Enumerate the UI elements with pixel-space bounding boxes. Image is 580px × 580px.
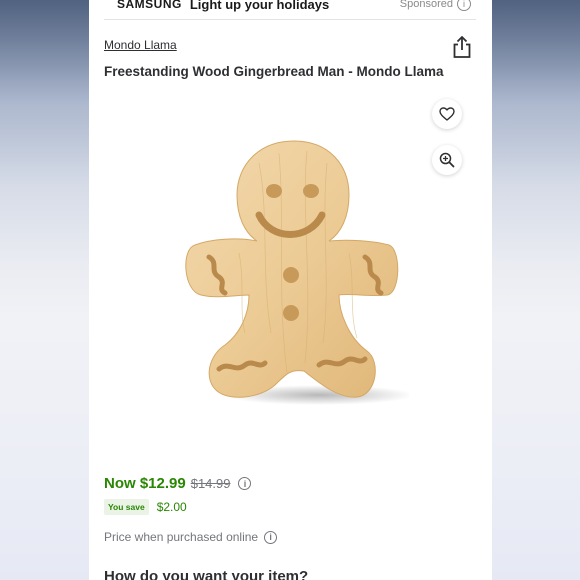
info-icon[interactable]: i bbox=[457, 0, 471, 11]
price-row: Now $12.99 $14.99 i bbox=[104, 475, 252, 492]
gingerbread-man-image[interactable] bbox=[179, 133, 409, 413]
share-icon[interactable] bbox=[451, 35, 473, 59]
product-title: Freestanding Wood Gingerbread Man - Mond… bbox=[104, 64, 444, 79]
info-icon[interactable]: i bbox=[238, 477, 252, 490]
sponsored-banner[interactable]: SAMSUNG Light up your holidays Sponsored… bbox=[103, 0, 479, 18]
brand-link[interactable]: Mondo Llama bbox=[104, 38, 177, 52]
banner-text: Light up your holidays bbox=[189, 0, 330, 12]
background-right bbox=[492, 0, 580, 580]
heart-icon bbox=[439, 107, 455, 121]
fulfillment-heading: How do you want your item? bbox=[104, 568, 309, 580]
save-amount: $2.00 bbox=[156, 500, 187, 514]
info-icon[interactable]: i bbox=[264, 530, 278, 544]
current-price: Now $12.99 bbox=[104, 475, 186, 492]
online-price-text: Price when purchased online bbox=[104, 530, 259, 544]
zoom-in-icon bbox=[439, 152, 455, 168]
online-price-note: Price when purchased online i bbox=[104, 530, 278, 544]
sponsored-label: Sponsored bbox=[399, 0, 453, 10]
divider bbox=[104, 19, 476, 20]
zoom-button[interactable] bbox=[432, 145, 462, 175]
favorite-button[interactable] bbox=[432, 99, 462, 129]
original-price: $14.99 bbox=[190, 476, 231, 491]
banner-brand: SAMSUNG bbox=[117, 0, 182, 11]
savings-row: You save $2.00 bbox=[104, 499, 187, 515]
background-left bbox=[0, 0, 89, 580]
you-save-badge: You save bbox=[104, 499, 149, 515]
product-page: SAMSUNG Light up your holidays Sponsored… bbox=[89, 0, 492, 580]
